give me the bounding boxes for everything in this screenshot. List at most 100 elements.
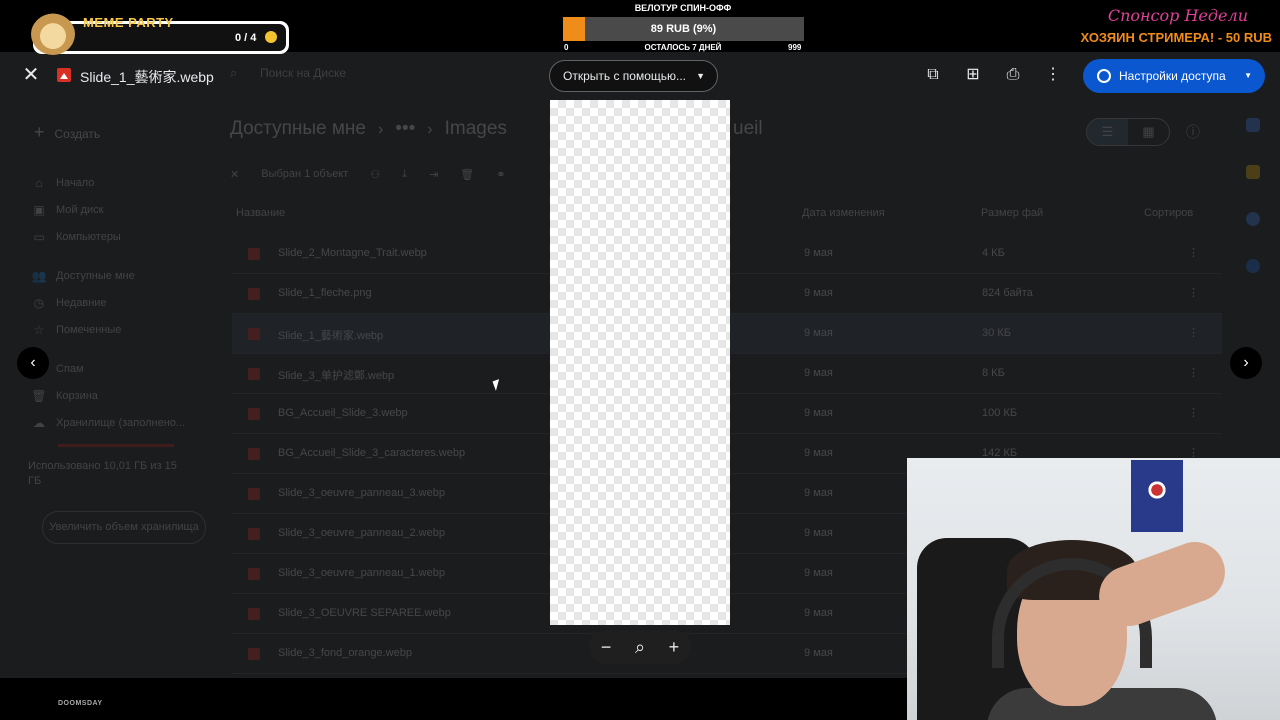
- file-date: 9 мая: [804, 647, 833, 659]
- close-icon[interactable]: ✕: [20, 65, 42, 87]
- grid-view-icon[interactable]: ▦: [1128, 119, 1169, 145]
- star-icon: ☆: [33, 322, 45, 337]
- print-icon[interactable]: ⎙: [1002, 64, 1024, 86]
- view-toggle[interactable]: ☰ ▦: [1086, 118, 1170, 146]
- coin-icon: [265, 31, 277, 43]
- list-view-icon[interactable]: ☰: [1087, 119, 1128, 145]
- more-vert-icon[interactable]: ⋮: [1188, 326, 1199, 339]
- goal-title: ВЕЛОТУР СПИН-ОФФ: [634, 3, 732, 13]
- info-icon[interactable]: ⓘ: [1186, 122, 1200, 142]
- file-name: Slide_3_单护滤鄭.webp: [278, 370, 395, 382]
- more-vert-icon[interactable]: ⋮: [1042, 64, 1064, 86]
- tasks-icon[interactable]: [1246, 212, 1260, 226]
- move-icon[interactable]: ⇥: [429, 168, 438, 181]
- computer-icon: ▭: [33, 229, 45, 244]
- previous-button[interactable]: ‹: [17, 347, 49, 379]
- open-with-button[interactable]: Открыть с помощью... ▼: [549, 60, 718, 92]
- sponsor-title: Спонсор Недели: [1107, 6, 1248, 25]
- drive-icon: ▣: [33, 202, 45, 217]
- selection-text: Выбран 1 объект: [261, 168, 349, 180]
- zoom-in-icon[interactable]: +: [669, 637, 680, 658]
- sidebar-item-starred[interactable]: ☆ Помеченные: [22, 316, 212, 343]
- clock-icon: ◷: [33, 295, 45, 310]
- delete-icon[interactable]: 🗑: [460, 168, 474, 181]
- goal-days-left: ОСТАЛОСЬ 7 ДНЕЙ: [644, 43, 722, 52]
- sidebar-item-trash[interactable]: 🗑 Корзина: [22, 382, 212, 409]
- file-date: 9 мая: [804, 447, 833, 459]
- column-size[interactable]: Размер фай: [981, 207, 1043, 219]
- image-file-icon: [248, 608, 260, 620]
- image-file-icon: [248, 648, 260, 660]
- wall-poster: [1131, 460, 1183, 532]
- file-name: Slide_2_Montagne_Trait.webp: [278, 247, 427, 259]
- caret-down-icon: ▼: [1244, 71, 1252, 80]
- home-icon: ⌂: [35, 175, 43, 190]
- move-to-folder-icon[interactable]: ⧉: [922, 64, 944, 86]
- sidebar-item-spam[interactable]: ⊘Спам: [22, 355, 212, 382]
- sidebar-item-storage[interactable]: ☁ Хранилище (заполнено...: [22, 409, 212, 436]
- next-button[interactable]: ›: [1230, 347, 1262, 379]
- share-label: Настройки доступа: [1119, 69, 1226, 83]
- sidebar-item-computers[interactable]: ▭ Компьютеры: [22, 223, 212, 250]
- breadcrumb: Доступные мне › ••• › Images ueil: [230, 118, 763, 140]
- trash-icon: 🗑: [31, 388, 47, 403]
- globe-icon: [1097, 69, 1111, 83]
- sidebar-item-shared[interactable]: 👥 Доступные мне: [22, 262, 212, 289]
- sponsor-text: ХОЗЯИН СТРИМЕРА! - 50 RUB: [1080, 30, 1272, 45]
- keep-icon[interactable]: [1246, 165, 1260, 179]
- file-date: 9 мая: [804, 567, 833, 579]
- drive-sidebar: + Создать ⌂ Начало ▣ Мой диск ▭ Компьютеры 👥…: [22, 122, 212, 544]
- share-settings-button[interactable]: Настройки доступа ▼: [1083, 59, 1265, 93]
- clear-selection-icon[interactable]: ✕: [230, 168, 239, 181]
- file-date: 9 мая: [804, 367, 833, 379]
- file-date: 9 мая: [804, 527, 833, 539]
- file-name: BG_Accueil_Slide_3_caracteres.webp: [278, 447, 466, 459]
- breadcrumb-root[interactable]: Доступные мне: [230, 118, 366, 139]
- column-sort[interactable]: Сортиров: [1144, 207, 1193, 219]
- more-storage-button[interactable]: Увеличить объем хранилища: [42, 511, 206, 544]
- file-date: 9 мая: [804, 487, 833, 499]
- sidebar-item-my-drive[interactable]: ▣ Мой диск: [22, 196, 212, 223]
- link-icon[interactable]: ⚭: [496, 168, 505, 181]
- file-name: Slide_3_oeuvre_panneau_3.webp: [278, 487, 445, 499]
- more-vert-icon[interactable]: ⋮: [1188, 406, 1199, 419]
- breadcrumb-current[interactable]: ueil: [733, 118, 763, 140]
- image-file-icon: [248, 328, 260, 340]
- image-file-icon: [248, 448, 260, 460]
- plus-icon: +: [34, 122, 45, 142]
- more-vert-icon[interactable]: ⋮: [1188, 366, 1199, 379]
- more-vert-icon[interactable]: ⋮: [1188, 286, 1199, 299]
- file-name: Slide_3_oeuvre_panneau_2.webp: [278, 527, 445, 539]
- viewer-toolbar: ✕ Slide_1_藝術家.webp Открыть с помощью... ▼…: [0, 52, 1280, 100]
- storage-text: Использовано 10,01 ГБ из 15 ГБ: [28, 460, 177, 487]
- selection-bar: ✕ Выбран 1 объект ⚇ ⤓ ⇥ 🗑 ⚭: [230, 158, 530, 190]
- file-name: BG_Accueil_Slide_3.webp: [278, 407, 408, 419]
- zoom-out-icon[interactable]: −: [601, 637, 612, 658]
- image-file-icon: [248, 288, 260, 300]
- people-icon: 👥: [31, 268, 47, 283]
- column-name[interactable]: Название: [236, 207, 285, 219]
- image-file-icon: [57, 68, 71, 82]
- download-icon[interactable]: ⤓: [402, 168, 407, 181]
- sidebar-item-home[interactable]: ⌂ Начало: [22, 169, 212, 196]
- file-size: 100 КБ: [982, 407, 1018, 419]
- share-person-icon[interactable]: ⚇: [370, 168, 380, 181]
- sidebar-item-recent[interactable]: ◷ Недавние: [22, 289, 212, 316]
- file-name: Slide_1_fleche.png: [278, 287, 372, 299]
- add-comment-icon[interactable]: ⊞: [962, 64, 984, 86]
- breadcrumb-dots[interactable]: •••: [395, 118, 415, 139]
- contacts-icon[interactable]: [1246, 259, 1260, 273]
- file-size: 4 КБ: [982, 247, 1005, 259]
- breadcrumb-folder[interactable]: Images: [445, 118, 507, 139]
- file-name: Slide_1_藝術家.webp: [278, 330, 384, 342]
- calendar-icon[interactable]: [1246, 118, 1260, 132]
- create-button[interactable]: + Создать: [22, 122, 212, 143]
- more-vert-icon[interactable]: ⋮: [1188, 246, 1199, 259]
- zoom-search-icon[interactable]: ⌕: [635, 637, 645, 658]
- goal-value: 89 RUB (9%): [650, 23, 717, 35]
- sidebar-item-label: Спам: [56, 362, 84, 375]
- open-with-label: Открыть с помощью...: [563, 69, 687, 83]
- file-name: Slide_3_fond_orange.webp: [278, 647, 412, 659]
- column-modified[interactable]: Дата изменения: [802, 207, 885, 219]
- chevron-right-icon: ›: [377, 121, 384, 138]
